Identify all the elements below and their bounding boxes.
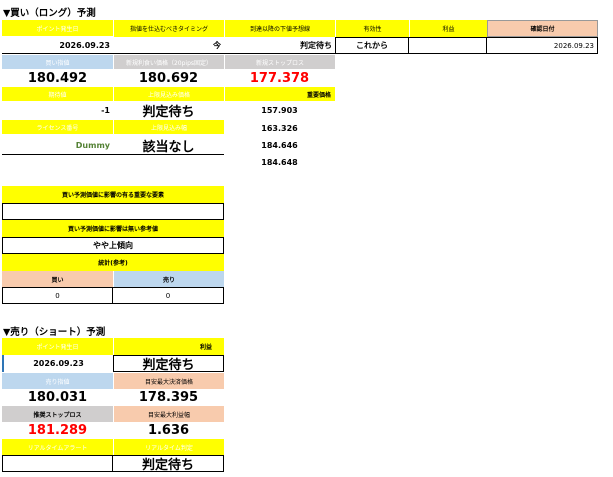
buy-judge-date[interactable]: 2026.09.23 xyxy=(487,37,598,54)
buy-new-stoploss-price[interactable]: 177.378 xyxy=(224,69,335,87)
sell-header-realtime-judge: リアルタイム判定 xyxy=(113,439,224,455)
buy-new-sell-limit-price[interactable]: 180.692 xyxy=(113,69,224,87)
sell-profit[interactable]: 判定待ち xyxy=(113,355,224,372)
buy-header-expected: 期待値 xyxy=(2,87,113,101)
sell-header-profit: 利益 xyxy=(113,338,224,355)
buy-header-upper-target: 上限見込み価格 xyxy=(113,87,224,101)
buy-header-trend: 買い予測価値に影響は無い参考値 xyxy=(2,220,224,237)
sell-max-profit[interactable]: 1.636 xyxy=(113,422,224,439)
buy-profit[interactable] xyxy=(409,37,487,54)
sell-realtime-judge[interactable]: 判定待ち xyxy=(113,455,224,472)
buy-section-title: ▼買い（ロング）予測 xyxy=(3,8,96,19)
buy-block-bottom-border xyxy=(2,154,224,155)
buy-key-price-1[interactable]: 157.903 xyxy=(224,101,335,119)
buy-header-upper-amount: 上限見込み幅 xyxy=(113,120,224,134)
buy-trend[interactable]: やや上傾向 xyxy=(2,237,224,254)
sell-header-realtime-alert: リアルタイムアラート xyxy=(2,439,113,455)
sell-header-target-tp: 目安最大決済価格 xyxy=(113,373,224,389)
buy-header-point-date: ポイント発生日 xyxy=(2,20,113,37)
buy-row1-divider xyxy=(2,53,335,54)
sell-limit-price[interactable]: 180.031 xyxy=(2,389,113,406)
buy-expected-value[interactable]: -1 xyxy=(2,101,113,119)
buy-key-price-3[interactable]: 184.646 xyxy=(224,137,335,154)
buy-header-buy-limit: 買い指値 xyxy=(2,55,113,69)
sell-point-date[interactable]: 2026.09.23 xyxy=(2,355,113,372)
buy-stat-buy-count[interactable]: 0 xyxy=(2,287,113,304)
sell-header-max-profit: 目安最大利益幅 xyxy=(113,406,224,422)
sell-header-stoploss: 推奨ストップロス xyxy=(2,406,113,422)
sell-section-title: ▼売り（ショート）予測 xyxy=(3,327,106,338)
buy-factors[interactable] xyxy=(2,203,224,220)
sell-header-sell-limit: 売り指値 xyxy=(2,373,113,389)
buy-header-stats: 統計(参考) xyxy=(2,254,224,271)
buy-upper-target[interactable]: 判定待ち xyxy=(113,101,224,119)
sell-stoploss-price[interactable]: 181.289 xyxy=(2,422,113,439)
sell-target-tp-price[interactable]: 178.395 xyxy=(113,389,224,406)
buy-header-key-price: 重要価格 xyxy=(224,87,335,101)
buy-header-stat-sell: 売り xyxy=(113,271,224,287)
buy-header-entry-timing: 指値を仕込むべきタイミング xyxy=(113,20,224,37)
buy-header-new-stoploss: 新規ストップロス xyxy=(224,55,335,69)
buy-upper-amount[interactable]: 該当なし xyxy=(113,136,224,154)
buy-point-date[interactable]: 2026.09.23 xyxy=(2,37,113,54)
buy-license-number[interactable]: Dummy xyxy=(2,136,113,154)
buy-header-new-sell-limit: 新規利食い価格（20pips固定） xyxy=(113,55,224,69)
buy-header-after-reach: 到達以降の下値予想線 xyxy=(224,20,335,37)
buy-validity[interactable]: これから xyxy=(335,37,409,54)
buy-limit-price[interactable]: 180.492 xyxy=(2,69,113,87)
buy-header-judge-date: 確認日付 xyxy=(487,20,598,37)
sell-realtime-alert[interactable] xyxy=(2,455,113,472)
buy-header-factors: 買い予測価値に影響の有る重要な要素 xyxy=(2,186,224,203)
buy-stat-sell-count[interactable]: 0 xyxy=(113,287,224,304)
buy-header-validity: 有効性 xyxy=(335,20,409,37)
buy-key-price-2[interactable]: 163.326 xyxy=(224,120,335,137)
buy-entry-timing[interactable]: 今 xyxy=(113,37,224,54)
sell-header-point-date: ポイント発生日 xyxy=(2,338,113,355)
buy-key-price-4[interactable]: 184.648 xyxy=(224,154,335,171)
buy-header-profit: 利益 xyxy=(409,20,487,37)
buy-header-license: ライセンス番号 xyxy=(2,120,113,134)
buy-header-stat-buy: 買い xyxy=(2,271,113,287)
buy-after-reach[interactable]: 判定待ち xyxy=(224,37,335,54)
